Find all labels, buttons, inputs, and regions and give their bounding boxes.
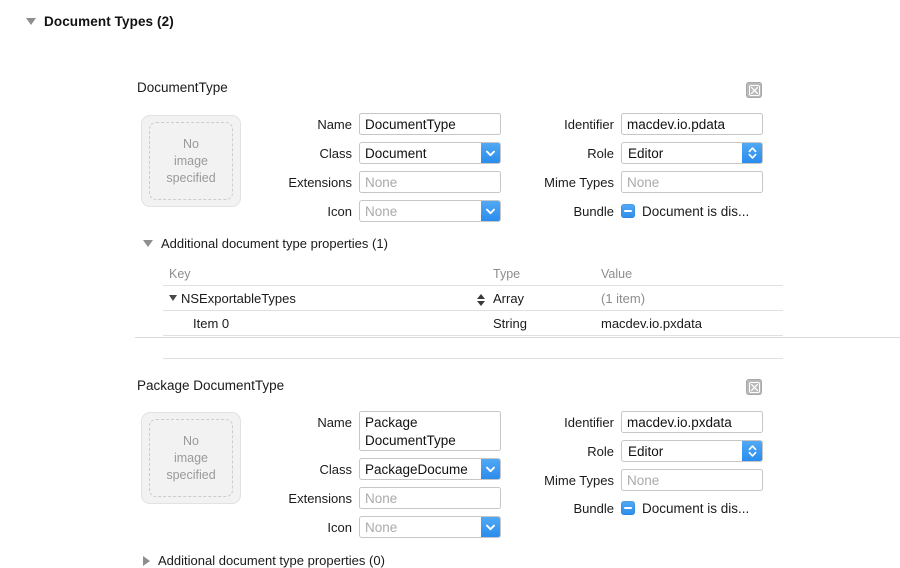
image-well[interactable]: No image specified — [141, 412, 241, 504]
field-label-name: Name — [317, 415, 352, 430]
bundle-checkbox-row[interactable]: Document is dis... — [621, 497, 749, 519]
field-label-icon: Icon — [327, 204, 352, 219]
field-label-extensions: Extensions — [288, 175, 352, 190]
image-well[interactable]: No image specified — [141, 115, 241, 207]
field-mime-types: Mime Types None — [494, 171, 763, 193]
triangle-down-icon[interactable] — [143, 240, 153, 247]
field-extensions: Extensions None — [232, 171, 501, 193]
field-icon: Icon None — [232, 200, 501, 222]
field-bundle: Bundle Document is dis... — [494, 497, 750, 519]
column-header-key: Key — [169, 267, 191, 281]
field-label-role: Role — [587, 146, 614, 161]
table-row-empty[interactable] — [163, 335, 783, 358]
table-cell-type[interactable]: String — [493, 316, 601, 331]
image-well-placeholder: No image specified — [149, 419, 233, 497]
field-role: Role Editor — [494, 142, 763, 164]
icon-combo[interactable]: None — [359, 200, 501, 222]
field-mime-types: Mime Types None — [494, 469, 763, 491]
field-label-role: Role — [587, 444, 614, 459]
field-label-class: Class — [319, 146, 352, 161]
document-types-section-header[interactable]: Document Types (2) — [0, 0, 900, 31]
column-header-type: Type — [493, 267, 521, 281]
identifier-input[interactable]: macdev.io.pxdata — [621, 411, 763, 433]
doctype-title: DocumentType — [137, 80, 228, 95]
table-row[interactable]: Item 0 String macdev.io.pxdata — [163, 310, 783, 335]
name-input[interactable]: DocumentType — [359, 113, 501, 135]
field-role: Role Editor — [494, 440, 763, 462]
extensions-input[interactable]: None — [359, 487, 501, 509]
table-bottom-border — [163, 358, 783, 359]
table-cell-value[interactable]: macdev.io.pxdata — [601, 316, 783, 331]
checkbox-mixed-icon[interactable] — [621, 501, 635, 515]
additional-properties-header-1[interactable]: Additional document type properties (0) — [143, 553, 385, 568]
table-cell-type[interactable]: Array — [493, 291, 601, 306]
field-icon: Icon None — [232, 516, 501, 538]
field-label-class: Class — [319, 462, 352, 477]
table-cell-value[interactable]: (1 item) — [601, 291, 783, 306]
triangle-down-icon[interactable] — [26, 17, 36, 25]
identifier-input[interactable]: macdev.io.pdata — [621, 113, 763, 135]
checkbox-dash — [624, 210, 632, 212]
properties-table: Key Type Value NSExportableTypes Array (… — [163, 263, 783, 359]
bundle-checkbox-label: Document is dis... — [642, 203, 750, 219]
column-header-value: Value — [601, 267, 633, 281]
additional-properties-header-0[interactable]: Additional document type properties (1) — [143, 236, 388, 251]
image-well-line-1: No — [183, 136, 199, 151]
field-label-icon: Icon — [327, 520, 352, 535]
field-label-mime-types: Mime Types — [544, 175, 614, 190]
image-well-placeholder: No image specified — [149, 122, 233, 200]
checkbox-dash — [624, 507, 632, 509]
additional-properties-title: Additional document type properties (0) — [158, 553, 385, 568]
close-icon[interactable] — [746, 82, 762, 98]
row-stepper[interactable] — [477, 293, 485, 306]
name-input[interactable]: Package DocumentType — [359, 411, 501, 451]
field-class: Class Document — [232, 142, 501, 164]
field-extensions: Extensions None — [232, 487, 501, 509]
bundle-checkbox-row[interactable]: Document is dis... — [621, 200, 749, 222]
bundle-checkbox-label: Document is dis... — [642, 500, 750, 516]
extensions-input[interactable]: None — [359, 171, 501, 193]
image-well-line-3: specified — [166, 170, 216, 185]
table-header-row: Key Type Value — [163, 263, 783, 285]
field-identifier: Identifier macdev.io.pdata — [494, 113, 763, 135]
doctype-title: Package DocumentType — [137, 378, 285, 393]
field-name: Name Package DocumentType — [232, 411, 501, 451]
table-cell-key-text: NSExportableTypes — [181, 290, 296, 306]
field-label-extensions: Extensions — [288, 491, 352, 506]
field-label-identifier: Identifier — [564, 415, 614, 430]
table-cell-key[interactable]: Item 0 — [163, 316, 493, 331]
checkbox-mixed-icon[interactable] — [621, 204, 635, 218]
section-divider — [135, 337, 900, 338]
field-label-mime-types: Mime Types — [544, 473, 614, 488]
image-well-line-3: specified — [166, 467, 216, 482]
table-cell-key[interactable]: NSExportableTypes — [163, 291, 493, 306]
field-name: Name DocumentType — [232, 113, 501, 135]
image-well-line-1: No — [183, 433, 199, 448]
table-row[interactable]: NSExportableTypes Array (1 item) — [163, 285, 783, 310]
stepper-up-icon[interactable] — [477, 293, 485, 299]
page-title: Document Types (2) — [44, 13, 174, 29]
chevron-up-down-icon[interactable] — [742, 143, 762, 163]
icon-combo[interactable]: None — [359, 516, 501, 538]
chevron-down-icon[interactable] — [481, 517, 500, 537]
field-label-bundle: Bundle — [573, 204, 614, 219]
stepper-down-icon[interactable] — [477, 300, 485, 306]
field-label-bundle: Bundle — [573, 501, 614, 516]
triangle-right-icon[interactable] — [143, 555, 150, 566]
close-icon[interactable] — [746, 379, 762, 395]
field-bundle: Bundle Document is dis... — [494, 200, 750, 222]
field-label-identifier: Identifier — [564, 117, 614, 132]
additional-properties-title: Additional document type properties (1) — [161, 236, 388, 251]
chevron-up-down-icon[interactable] — [742, 441, 762, 461]
field-label-name: Name — [317, 117, 352, 132]
class-combo[interactable]: Document — [359, 142, 501, 164]
image-well-line-2: image — [173, 450, 209, 465]
triangle-down-icon[interactable] — [169, 295, 177, 301]
image-well-line-2: image — [173, 153, 209, 168]
mime-types-input[interactable]: None — [621, 469, 763, 491]
class-combo[interactable]: PackageDocume — [359, 458, 501, 480]
field-identifier: Identifier macdev.io.pxdata — [494, 411, 763, 433]
field-class: Class PackageDocume — [232, 458, 501, 480]
mime-types-input[interactable]: None — [621, 171, 763, 193]
